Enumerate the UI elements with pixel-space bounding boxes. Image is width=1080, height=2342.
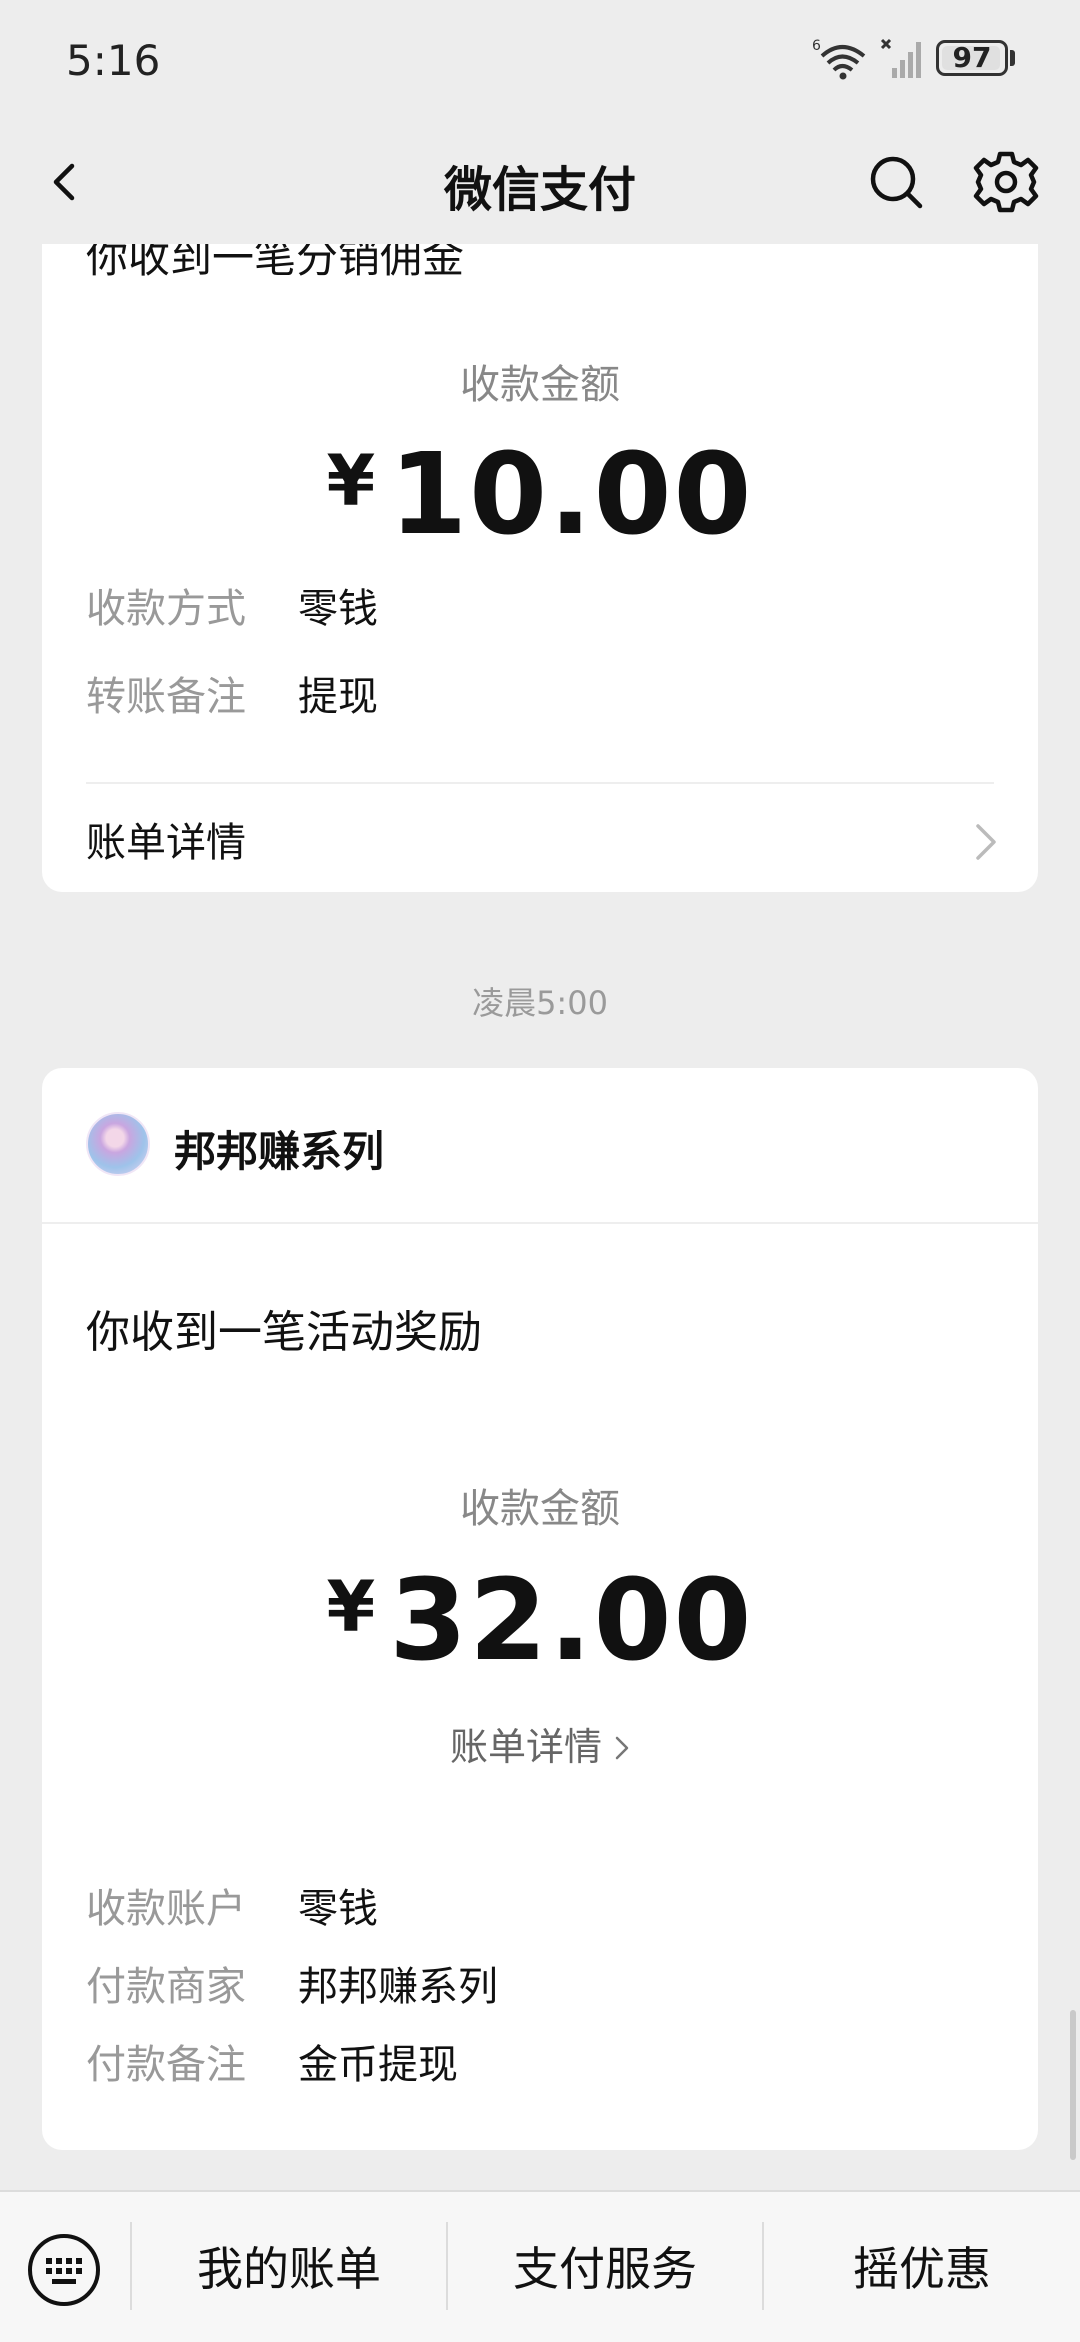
chevron-right-icon bbox=[976, 824, 996, 860]
row-value: 提现 bbox=[298, 674, 378, 720]
svg-text:6: 6 bbox=[812, 38, 821, 54]
battery-percent: 97 bbox=[952, 41, 992, 74]
status-bar: 5:16 6 97 bbox=[0, 0, 1080, 120]
payment-card-2[interactable]: 邦邦赚系列 你收到一笔活动奖励 收款金额 ¥32.00 账单详情 收款账户 零钱… bbox=[42, 1068, 1038, 2150]
tab-my-bills[interactable]: 我的账单 bbox=[132, 2224, 446, 2314]
bill-detail-label: 账单详情 bbox=[449, 1725, 602, 1769]
row-label: 收款方式 bbox=[86, 586, 246, 632]
merchant-name: 邦邦赚系列 bbox=[174, 1127, 385, 1176]
status-time: 5:16 bbox=[66, 36, 161, 85]
scrollbar[interactable] bbox=[1070, 2010, 1076, 2160]
bill-detail-label: 账单详情 bbox=[86, 820, 246, 866]
amount: ¥10.00 bbox=[42, 430, 1038, 560]
battery-tip bbox=[1010, 50, 1015, 66]
avatar bbox=[86, 1112, 150, 1176]
timestamp: 凌晨5:00 bbox=[472, 984, 608, 1022]
amount-value: 32.00 bbox=[389, 1556, 754, 1686]
row-label: 付款备注 bbox=[86, 2042, 246, 2088]
divider bbox=[42, 1222, 1038, 1224]
tab-payment-services[interactable]: 支付服务 bbox=[448, 2224, 762, 2314]
gear-icon[interactable] bbox=[970, 146, 1042, 218]
chevron-right-icon bbox=[615, 1736, 629, 1759]
row-label: 收款账户 bbox=[86, 1886, 246, 1932]
currency-symbol: ¥ bbox=[326, 440, 376, 522]
bill-detail-link[interactable]: 账单详情 bbox=[42, 1716, 1038, 1771]
nav-bar: 微信支付 bbox=[0, 120, 1080, 244]
amount-label: 收款金额 bbox=[460, 1486, 620, 1532]
wifi-icon: 6 bbox=[812, 38, 866, 80]
row-label: 转账备注 bbox=[86, 674, 246, 720]
keyboard-icon[interactable] bbox=[26, 2232, 102, 2308]
amount-label: 收款金额 bbox=[460, 362, 620, 408]
battery-icon: 97 bbox=[936, 40, 1008, 76]
row-value: 邦邦赚系列 bbox=[298, 1964, 498, 2010]
search-icon[interactable] bbox=[862, 148, 932, 218]
row-label: 付款商家 bbox=[86, 1964, 246, 2010]
amount-value: 10.00 bbox=[389, 430, 754, 560]
bottom-bar: 我的账单 支付服务 摇优惠 bbox=[0, 2190, 1080, 2342]
row-value: 零钱 bbox=[298, 1886, 378, 1932]
row-value: 金币提现 bbox=[298, 2042, 458, 2088]
card-title: 你收到一笔活动奖励 bbox=[86, 1307, 482, 1358]
bill-detail-row[interactable]: 账单详情 bbox=[42, 784, 1038, 894]
payment-card-1[interactable]: 你收到一笔分销佣金 收款金额 ¥10.00 收款方式 零钱 转账备注 提现 账单… bbox=[42, 180, 1038, 892]
currency-symbol: ¥ bbox=[326, 1566, 376, 1648]
row-value: 零钱 bbox=[298, 586, 378, 632]
signal-icon bbox=[880, 38, 921, 78]
amount: ¥32.00 bbox=[42, 1556, 1038, 1686]
tab-shake-deals[interactable]: 摇优惠 bbox=[764, 2224, 1080, 2314]
